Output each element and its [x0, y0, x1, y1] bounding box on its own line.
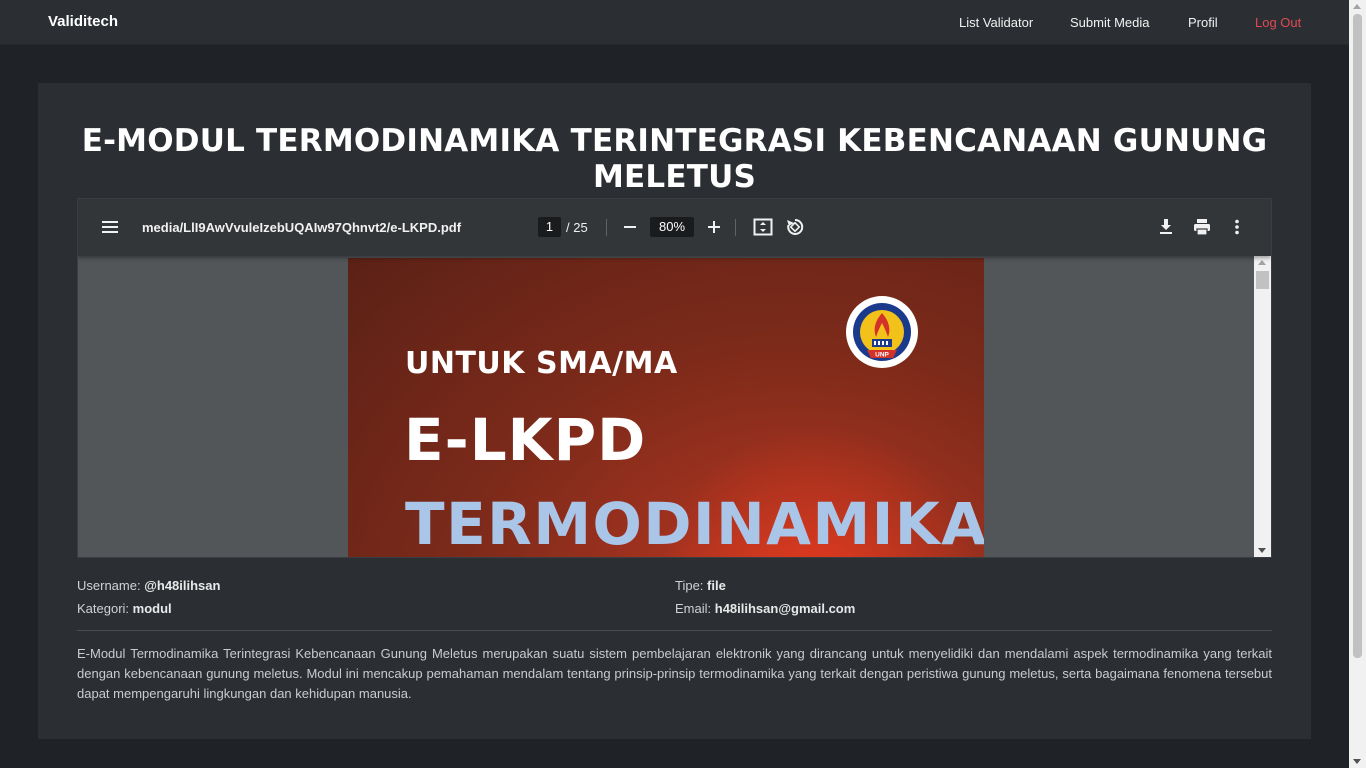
- kategori-label: Kategori:: [77, 601, 130, 616]
- page-title: E-MODUL TERMODINAMIKA TERINTEGRASI KEBEN…: [81, 123, 1268, 195]
- scroll-down-arrow-icon[interactable]: [1353, 759, 1361, 764]
- scroll-up-arrow-icon[interactable]: [1353, 4, 1361, 9]
- scrollbar-thumb[interactable]: [1353, 14, 1362, 658]
- more-options-icon[interactable]: [1234, 218, 1240, 241]
- page-number-input[interactable]: 1: [538, 217, 561, 237]
- zoom-level[interactable]: 80%: [650, 217, 694, 237]
- pdf-subtitle: UNTUK SMA/MA: [405, 346, 678, 381]
- pdf-scroll-up-icon[interactable]: [1258, 260, 1266, 265]
- toolbar-divider: [735, 219, 736, 236]
- pdf-scroll-down-icon[interactable]: [1258, 548, 1266, 553]
- email-label: Email:: [675, 601, 712, 616]
- brand-logo[interactable]: Validitech: [48, 13, 118, 30]
- menu-icon[interactable]: [101, 219, 119, 240]
- page-total: / 25: [566, 220, 588, 235]
- pdf-content-area[interactable]: UNP UNTUK SMA/MA E-LKPD TERMODINAMIKA: [78, 256, 1254, 558]
- pdf-page-1: UNP UNTUK SMA/MA E-LKPD TERMODINAMIKA: [348, 258, 984, 558]
- tipe-label: Tipe:: [675, 578, 704, 593]
- kategori-value: modul: [132, 601, 172, 616]
- top-navbar: Validitech List Validator Submit Media P…: [0, 0, 1349, 45]
- pdf-heading: E-LKPD: [404, 406, 647, 474]
- pdf-toolbar: media/LlI9AwVvuleIzebUQAIw97Qhnvt2/e-LKP…: [78, 199, 1271, 256]
- pdf-scroll-thumb[interactable]: [1256, 271, 1269, 289]
- tipe-value: file: [707, 578, 726, 593]
- username-info: Username: @h48ilihsan: [77, 578, 220, 593]
- unp-logo-icon: UNP: [846, 296, 918, 368]
- zoom-in-icon[interactable]: [707, 219, 721, 240]
- pdf-scrollbar[interactable]: [1254, 256, 1271, 557]
- divider: [77, 630, 1272, 631]
- fit-page-icon[interactable]: [753, 218, 773, 241]
- username-label: Username:: [77, 578, 141, 593]
- page-scrollbar[interactable]: [1349, 0, 1366, 768]
- logo-text: UNP: [875, 352, 889, 359]
- nav-list-validator[interactable]: List Validator: [959, 15, 1033, 30]
- pdf-heading-2: TERMODINAMIKA: [405, 490, 984, 558]
- media-detail-card: E-MODUL TERMODINAMIKA TERINTEGRASI KEBEN…: [38, 83, 1311, 739]
- username-value: @h48ilihsan: [144, 578, 221, 593]
- zoom-out-icon[interactable]: [623, 219, 637, 240]
- media-description: E-Modul Termodinamika Terintegrasi Keben…: [77, 646, 1272, 701]
- nav-submit-media[interactable]: Submit Media: [1070, 15, 1149, 30]
- email-info: Email: h48ilihsan@gmail.com: [675, 601, 855, 616]
- email-value: h48ilihsan@gmail.com: [714, 601, 856, 616]
- rotate-icon[interactable]: [785, 217, 805, 242]
- download-icon[interactable]: [1158, 218, 1174, 241]
- pdf-viewer: media/LlI9AwVvuleIzebUQAIw97Qhnvt2/e-LKP…: [77, 198, 1272, 558]
- print-icon[interactable]: [1193, 218, 1211, 241]
- nav-logout[interactable]: Log Out: [1255, 15, 1301, 30]
- pdf-filename: media/LlI9AwVvuleIzebUQAIw97Qhnvt2/e-LKP…: [142, 220, 462, 235]
- kategori-info: Kategori: modul: [77, 601, 172, 616]
- toolbar-divider: [606, 219, 607, 236]
- tipe-info: Tipe: file: [675, 578, 726, 593]
- nav-profil[interactable]: Profil: [1188, 15, 1218, 30]
